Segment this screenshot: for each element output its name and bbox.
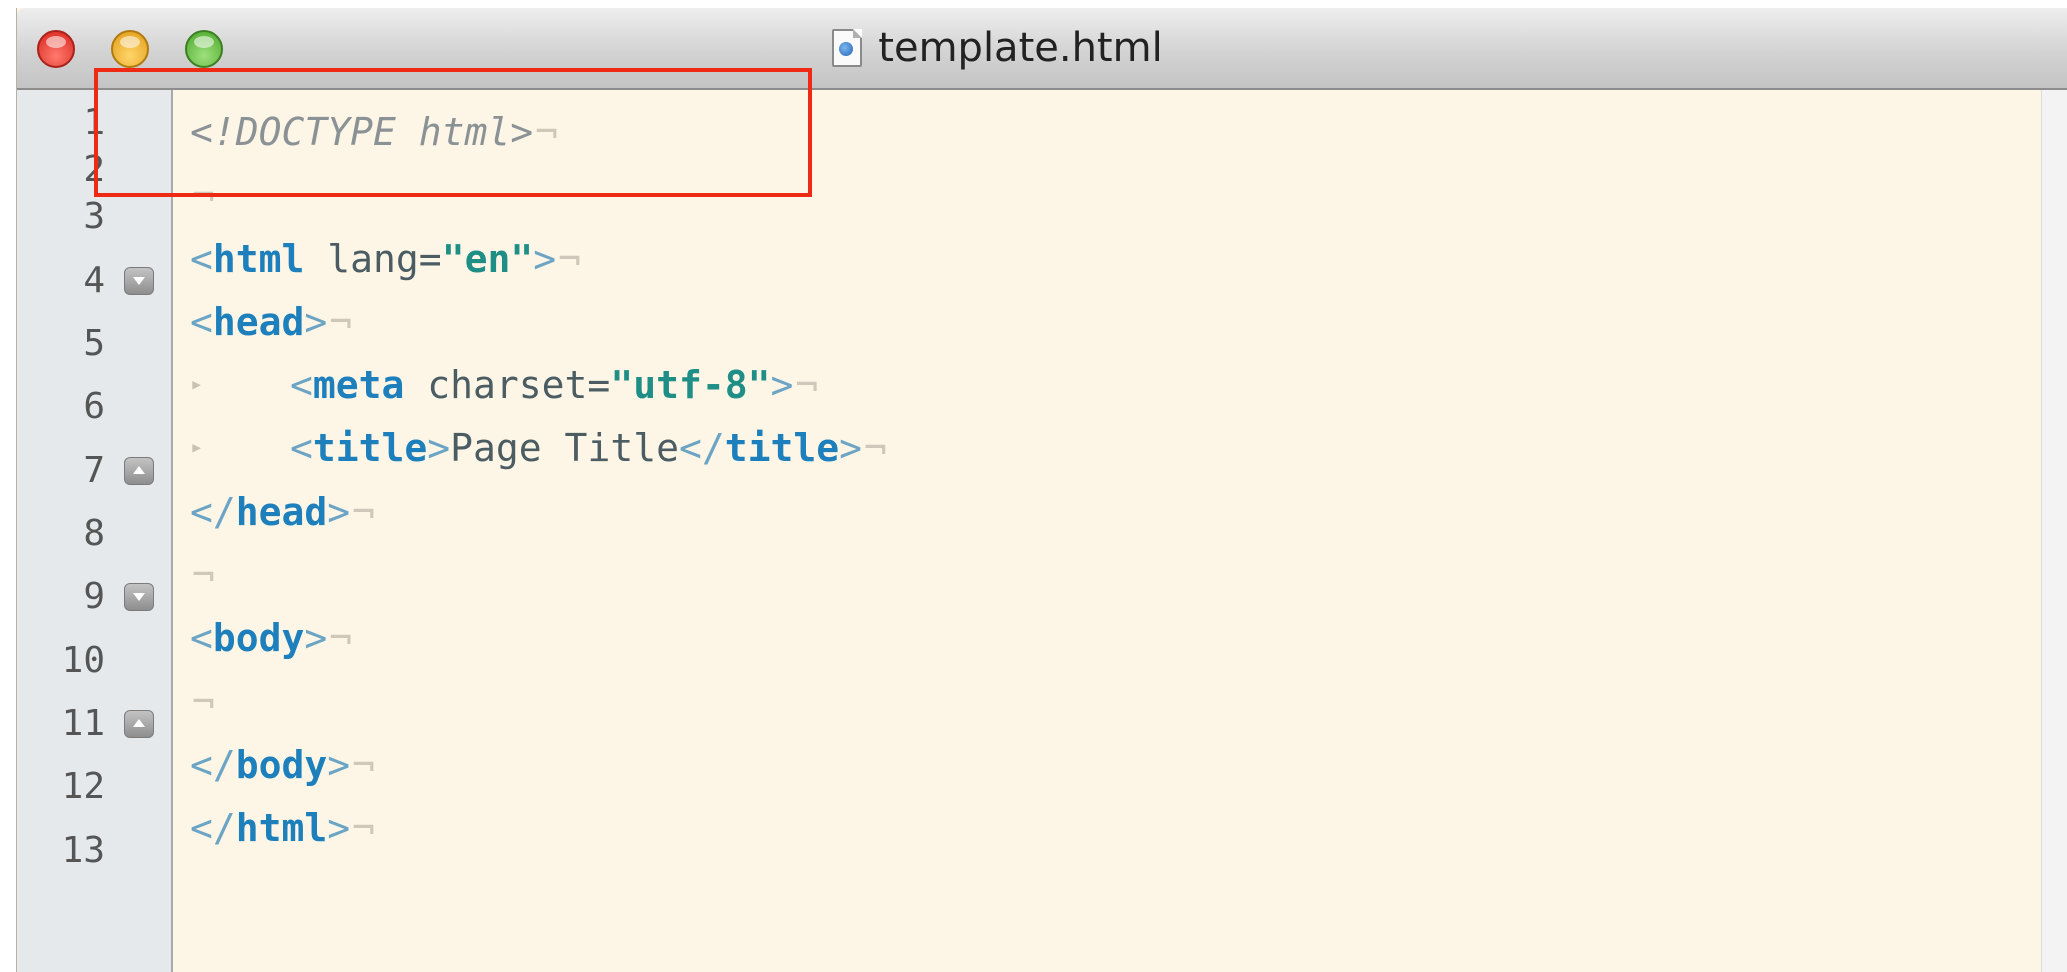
code-line-12: </html>¬ xyxy=(190,797,375,859)
newline-mark: ¬ xyxy=(535,110,559,154)
tag-name: body xyxy=(212,616,305,660)
newline-mark: ¬ xyxy=(192,680,215,724)
bracket: > xyxy=(304,300,328,344)
code-line-3: <html lang="en">¬ xyxy=(190,228,581,290)
bracket: > xyxy=(327,490,351,534)
bracket: > xyxy=(770,363,794,407)
code-line-8: ¬ xyxy=(190,544,215,606)
tag-name: title xyxy=(724,426,840,470)
vertical-scrollbar[interactable] xyxy=(2041,90,2067,972)
attribute-value: "en" xyxy=(441,237,534,281)
newline-mark: ¬ xyxy=(352,743,376,787)
bracket: < xyxy=(290,426,313,470)
bracket: > xyxy=(304,616,328,660)
title-text: Page Title xyxy=(450,426,679,470)
newline-mark: ¬ xyxy=(329,616,353,660)
bracket: </ xyxy=(678,426,725,470)
bracket: > xyxy=(839,426,862,470)
bracket: </ xyxy=(190,806,236,850)
newline-mark: ¬ xyxy=(795,363,819,407)
bracket: </ xyxy=(190,490,236,534)
bracket: > xyxy=(427,426,451,470)
code-line-7: </head>¬ xyxy=(190,481,375,543)
bracket: < xyxy=(290,363,313,407)
newline-mark: ¬ xyxy=(329,300,353,344)
newline-mark: ¬ xyxy=(352,806,376,850)
bracket: > xyxy=(533,237,557,281)
newline-mark: ¬ xyxy=(864,426,887,470)
tag-name: body xyxy=(235,743,328,787)
code-line-10: ¬ xyxy=(190,671,215,733)
tag-name: html xyxy=(212,237,305,281)
tag-name: html xyxy=(235,806,328,850)
attribute-value: "utf-8" xyxy=(610,363,771,407)
doctype-declaration: <!DOCTYPE html> xyxy=(190,110,534,154)
newline-mark: ¬ xyxy=(192,553,215,597)
bracket: > xyxy=(327,806,351,850)
attribute-name: lang= xyxy=(304,237,442,281)
code-line-9: <body>¬ xyxy=(190,607,352,669)
tag-name: head xyxy=(235,490,328,534)
tab-marker: ▸ xyxy=(190,435,204,460)
tag-name: meta xyxy=(312,363,405,407)
bracket: < xyxy=(190,616,213,660)
code-line-6: ▸ <title>Page Title</title>¬ xyxy=(190,417,887,479)
newline-mark: ¬ xyxy=(558,237,581,281)
tab-marker: ▸ xyxy=(190,372,204,397)
tag-name: title xyxy=(312,426,428,470)
code-line-11: </body>¬ xyxy=(190,734,375,796)
code-editor-area[interactable]: <!DOCTYPE html>¬ ¬ <html lang="en">¬ <he… xyxy=(0,0,2040,972)
code-line-1: <!DOCTYPE html>¬ xyxy=(190,101,558,163)
bracket: > xyxy=(327,743,351,787)
bracket: </ xyxy=(190,743,236,787)
code-line-4: <head>¬ xyxy=(190,291,352,353)
newline-mark: ¬ xyxy=(352,490,376,534)
tag-name: head xyxy=(212,300,305,344)
bracket: < xyxy=(190,237,213,281)
attribute-name: charset= xyxy=(404,363,611,407)
code-line-2: ¬ xyxy=(190,164,215,226)
newline-mark: ¬ xyxy=(192,173,215,217)
bracket: < xyxy=(190,300,213,344)
code-line-5: ▸ <meta charset="utf-8">¬ xyxy=(190,354,818,416)
